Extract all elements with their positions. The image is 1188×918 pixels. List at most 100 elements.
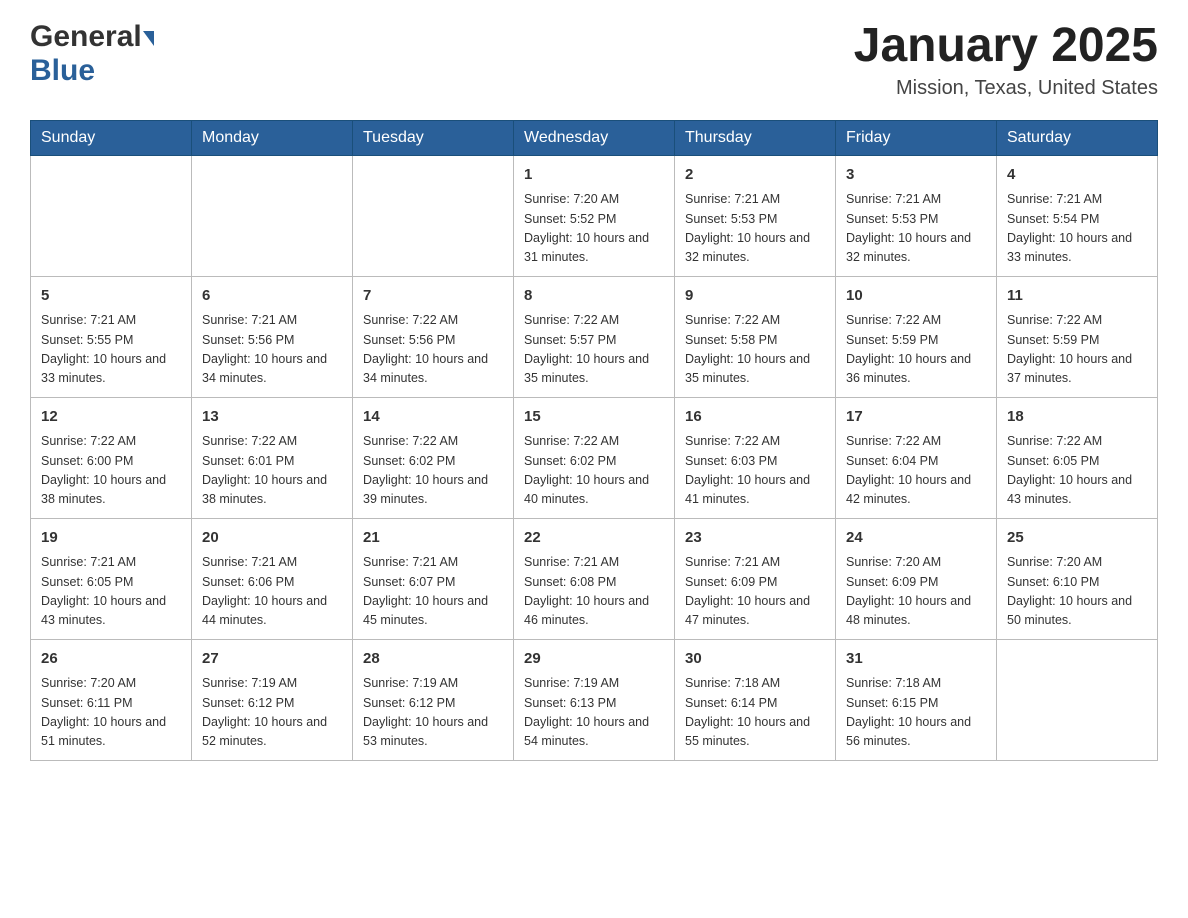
calendar-cell xyxy=(31,155,192,276)
calendar-cell: 18Sunrise: 7:22 AM Sunset: 6:05 PM Dayli… xyxy=(997,397,1158,518)
calendar-cell: 8Sunrise: 7:22 AM Sunset: 5:57 PM Daylig… xyxy=(514,276,675,397)
day-number: 27 xyxy=(202,648,342,671)
day-info: Sunrise: 7:21 AM Sunset: 5:53 PM Dayligh… xyxy=(846,190,986,268)
month-title: January 2025 xyxy=(854,20,1158,73)
day-info: Sunrise: 7:20 AM Sunset: 6:10 PM Dayligh… xyxy=(1007,553,1147,631)
calendar-cell: 16 Sunrise: 7:22 AM Sunset: 6:03 PM Dayli… xyxy=(675,397,836,518)
calendar-body: 1 Sunrise: 7:20 AM Sunset: 5:52 PM Daylig… xyxy=(31,155,1158,760)
day-number: 1 xyxy=(524,164,664,187)
day-info: Sunrise: 7:22 AM Sunset: 5:59 PM Dayligh… xyxy=(846,311,986,389)
calendar-cell: 29 Sunrise: 7:19 AM Sunset: 6:13 PM Dayli… xyxy=(514,639,675,760)
day-info: Sunrise: 7:19 AM Sunset: 6:12 PM Dayligh… xyxy=(363,674,503,752)
day-info: Sunrise: 7:22 AM Sunset: 6:02 PM Dayligh… xyxy=(524,432,664,510)
day-info: Sunrise: 7:22 AM Sunset: 6:03 PM Dayligh… xyxy=(685,432,825,510)
day-info: Sunrise: 7:19 AM Sunset: 6:12 PM Dayligh… xyxy=(202,674,342,752)
calendar-table: SundayMondayTuesdayWednesdayThursdayFrid… xyxy=(30,120,1158,761)
calendar-cell: 13 Sunrise: 7:22 AM Sunset: 6:01 PM Dayli… xyxy=(192,397,353,518)
day-of-week-header: Thursday xyxy=(675,120,836,155)
day-number: 2 xyxy=(685,164,825,187)
calendar-cell: 4Sunrise: 7:21 AM Sunset: 5:54 PM Daylig… xyxy=(997,155,1158,276)
calendar-cell xyxy=(997,639,1158,760)
day-number: 4 xyxy=(1007,164,1147,187)
title-section: January 2025 Mission, Texas, United Stat… xyxy=(854,20,1158,100)
day-of-week-header: Saturday xyxy=(997,120,1158,155)
day-number: 13 xyxy=(202,406,342,429)
day-number: 6 xyxy=(202,285,342,308)
logo-general-text: General xyxy=(30,20,142,54)
calendar-cell: 12 Sunrise: 7:22 AM Sunset: 6:00 PM Dayli… xyxy=(31,397,192,518)
calendar-cell: 5 Sunrise: 7:21 AM Sunset: 5:55 PM Daylig… xyxy=(31,276,192,397)
day-info: Sunrise: 7:20 AM Sunset: 6:11 PM Dayligh… xyxy=(41,674,181,752)
logo: General Blue xyxy=(30,20,154,88)
day-number: 17 xyxy=(846,406,986,429)
calendar-week-row: 12 Sunrise: 7:22 AM Sunset: 6:00 PM Dayli… xyxy=(31,397,1158,518)
calendar-cell: 2 Sunrise: 7:21 AM Sunset: 5:53 PM Daylig… xyxy=(675,155,836,276)
day-info: Sunrise: 7:22 AM Sunset: 5:56 PM Dayligh… xyxy=(363,311,503,389)
day-number: 14 xyxy=(363,406,503,429)
day-of-week-header: Tuesday xyxy=(353,120,514,155)
day-number: 24 xyxy=(846,527,986,550)
day-info: Sunrise: 7:19 AM Sunset: 6:13 PM Dayligh… xyxy=(524,674,664,752)
calendar-cell: 7 Sunrise: 7:22 AM Sunset: 5:56 PM Daylig… xyxy=(353,276,514,397)
day-number: 30 xyxy=(685,648,825,671)
day-number: 11 xyxy=(1007,285,1147,308)
day-info: Sunrise: 7:22 AM Sunset: 5:59 PM Dayligh… xyxy=(1007,311,1147,389)
day-number: 23 xyxy=(685,527,825,550)
day-info: Sunrise: 7:22 AM Sunset: 6:02 PM Dayligh… xyxy=(363,432,503,510)
day-of-week-header: Sunday xyxy=(31,120,192,155)
day-number: 18 xyxy=(1007,406,1147,429)
day-info: Sunrise: 7:21 AM Sunset: 6:05 PM Dayligh… xyxy=(41,553,181,631)
day-number: 12 xyxy=(41,406,181,429)
day-of-week-header: Friday xyxy=(836,120,997,155)
day-info: Sunrise: 7:21 AM Sunset: 6:06 PM Dayligh… xyxy=(202,553,342,631)
calendar-cell: 23 Sunrise: 7:21 AM Sunset: 6:09 PM Dayli… xyxy=(675,518,836,639)
calendar-cell: 31Sunrise: 7:18 AM Sunset: 6:15 PM Dayli… xyxy=(836,639,997,760)
calendar-cell: 28 Sunrise: 7:19 AM Sunset: 6:12 PM Dayli… xyxy=(353,639,514,760)
logo-triangle-icon xyxy=(143,31,154,46)
calendar-cell: 25Sunrise: 7:20 AM Sunset: 6:10 PM Dayli… xyxy=(997,518,1158,639)
day-info: Sunrise: 7:21 AM Sunset: 5:55 PM Dayligh… xyxy=(41,311,181,389)
day-number: 16 xyxy=(685,406,825,429)
day-number: 28 xyxy=(363,648,503,671)
calendar-week-row: 5 Sunrise: 7:21 AM Sunset: 5:55 PM Daylig… xyxy=(31,276,1158,397)
calendar-cell: 22Sunrise: 7:21 AM Sunset: 6:08 PM Dayli… xyxy=(514,518,675,639)
day-number: 26 xyxy=(41,648,181,671)
day-info: Sunrise: 7:22 AM Sunset: 6:00 PM Dayligh… xyxy=(41,432,181,510)
day-info: Sunrise: 7:22 AM Sunset: 5:58 PM Dayligh… xyxy=(685,311,825,389)
day-number: 5 xyxy=(41,285,181,308)
calendar-cell: 30Sunrise: 7:18 AM Sunset: 6:14 PM Dayli… xyxy=(675,639,836,760)
location-text: Mission, Texas, United States xyxy=(854,77,1158,100)
day-info: Sunrise: 7:21 AM Sunset: 5:56 PM Dayligh… xyxy=(202,311,342,389)
day-number: 29 xyxy=(524,648,664,671)
calendar-header: SundayMondayTuesdayWednesdayThursdayFrid… xyxy=(31,120,1158,155)
calendar-cell: 15Sunrise: 7:22 AM Sunset: 6:02 PM Dayli… xyxy=(514,397,675,518)
day-info: Sunrise: 7:22 AM Sunset: 5:57 PM Dayligh… xyxy=(524,311,664,389)
day-number: 9 xyxy=(685,285,825,308)
header-row: SundayMondayTuesdayWednesdayThursdayFrid… xyxy=(31,120,1158,155)
calendar-cell: 9 Sunrise: 7:22 AM Sunset: 5:58 PM Daylig… xyxy=(675,276,836,397)
day-of-week-header: Monday xyxy=(192,120,353,155)
day-number: 31 xyxy=(846,648,986,671)
day-number: 7 xyxy=(363,285,503,308)
day-info: Sunrise: 7:21 AM Sunset: 5:53 PM Dayligh… xyxy=(685,190,825,268)
day-number: 19 xyxy=(41,527,181,550)
day-info: Sunrise: 7:21 AM Sunset: 6:09 PM Dayligh… xyxy=(685,553,825,631)
day-number: 3 xyxy=(846,164,986,187)
day-number: 10 xyxy=(846,285,986,308)
calendar-cell: 6 Sunrise: 7:21 AM Sunset: 5:56 PM Daylig… xyxy=(192,276,353,397)
day-info: Sunrise: 7:20 AM Sunset: 6:09 PM Dayligh… xyxy=(846,553,986,631)
page-header: General Blue January 2025 Mission, Texas… xyxy=(30,20,1158,100)
day-number: 21 xyxy=(363,527,503,550)
calendar-week-row: 1 Sunrise: 7:20 AM Sunset: 5:52 PM Daylig… xyxy=(31,155,1158,276)
calendar-cell xyxy=(192,155,353,276)
day-info: Sunrise: 7:21 AM Sunset: 6:08 PM Dayligh… xyxy=(524,553,664,631)
day-info: Sunrise: 7:22 AM Sunset: 6:04 PM Dayligh… xyxy=(846,432,986,510)
logo-blue-text: Blue xyxy=(30,54,95,87)
calendar-cell: 26 Sunrise: 7:20 AM Sunset: 6:11 PM Dayli… xyxy=(31,639,192,760)
calendar-cell: 10 Sunrise: 7:22 AM Sunset: 5:59 PM Dayli… xyxy=(836,276,997,397)
calendar-week-row: 19 Sunrise: 7:21 AM Sunset: 6:05 PM Dayli… xyxy=(31,518,1158,639)
calendar-cell: 21Sunrise: 7:21 AM Sunset: 6:07 PM Dayli… xyxy=(353,518,514,639)
calendar-cell: 11 Sunrise: 7:22 AM Sunset: 5:59 PM Dayli… xyxy=(997,276,1158,397)
day-info: Sunrise: 7:20 AM Sunset: 5:52 PM Dayligh… xyxy=(524,190,664,268)
day-info: Sunrise: 7:22 AM Sunset: 6:01 PM Dayligh… xyxy=(202,432,342,510)
